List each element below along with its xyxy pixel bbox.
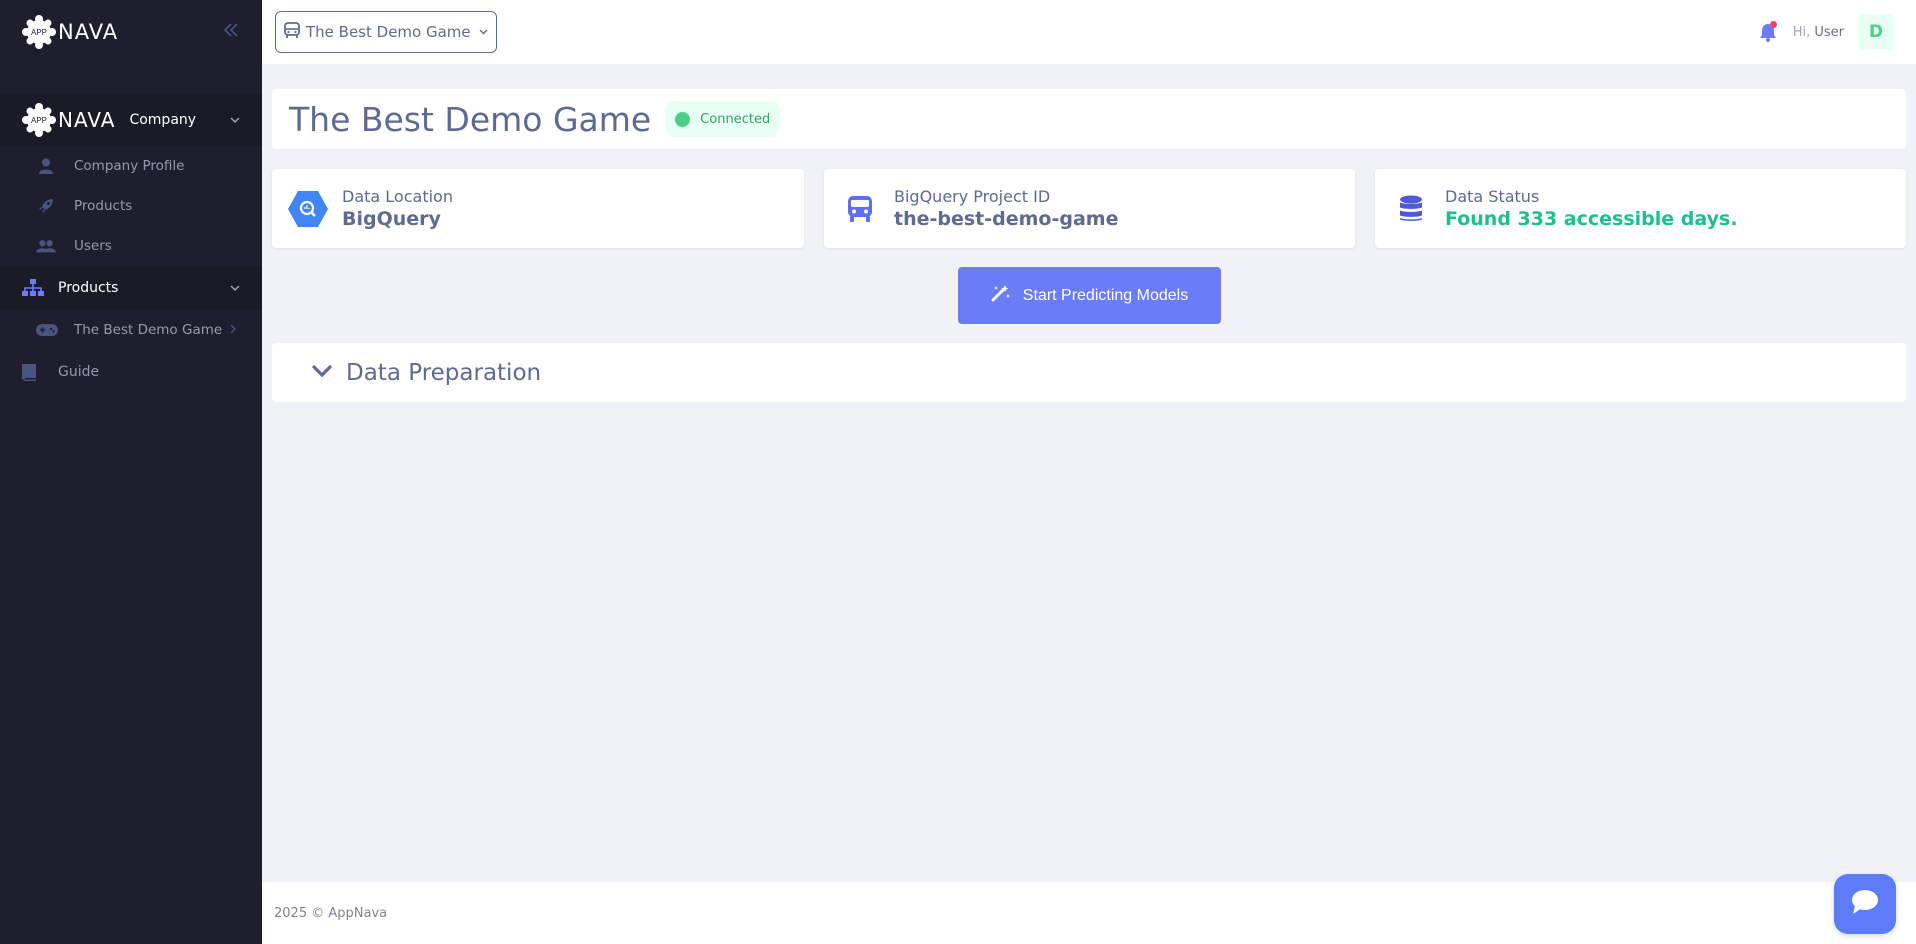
user-icon (36, 157, 56, 175)
logo-gear-icon: APP (22, 103, 56, 137)
user-name: User (1814, 24, 1844, 40)
status-badge: Connected (665, 101, 781, 137)
sidebar-item-label: The Best Demo Game (74, 322, 223, 338)
bigquery-project-label: BigQuery Project ID (894, 187, 1051, 206)
top-bar: The Best Demo Game Hi, User D (262, 0, 1916, 64)
data-location-value: BigQuery (342, 208, 441, 230)
sidebar-item-the-best-demo-game[interactable]: The Best Demo Game (0, 310, 262, 350)
sidebar-products-toggle[interactable]: Products (0, 266, 262, 310)
sitemap-icon (22, 279, 44, 297)
sidebar-item-label: Users (74, 238, 112, 254)
database-icon (1391, 189, 1431, 229)
sidebar: APP NAVA APP NAVA Company Company Profil… (0, 0, 262, 944)
data-status-label: Data Status (1445, 187, 1540, 206)
footer-company-link[interactable]: AppNava (328, 906, 387, 921)
sidebar-item-guide[interactable]: Guide (0, 350, 262, 394)
bigquery-project-card: BigQuery Project ID the-best-demo-game (824, 169, 1355, 248)
book-icon (22, 363, 38, 381)
sidebar-item-products[interactable]: Products (0, 186, 262, 226)
logo-badge: APP (31, 28, 47, 37)
chat-button[interactable] (1834, 874, 1896, 934)
chevron-down-icon (479, 27, 488, 38)
gamepad-icon (36, 323, 58, 337)
data-status-text: Data Status Found 333 accessible days. (1445, 187, 1738, 230)
page-header-card: The Best Demo Game Connected (272, 89, 1906, 149)
copyright-symbol: © (311, 905, 325, 921)
footer-year: 2025 (274, 905, 308, 921)
bigquery-project-text: BigQuery Project ID the-best-demo-game (894, 187, 1118, 230)
data-preparation-accordion[interactable]: Data Preparation (272, 343, 1906, 402)
sidebar-header: APP NAVA (0, 0, 262, 64)
products-group-label: Products (58, 280, 119, 296)
sidebar-company-toggle[interactable]: APP NAVA Company (0, 94, 262, 146)
logo-text: NAVA (58, 20, 119, 44)
data-status-value: Found 333 accessible days. (1445, 208, 1738, 230)
company-logo: APP NAVA (22, 103, 115, 137)
chevron-right-icon (230, 322, 236, 338)
status-text: Connected (700, 111, 771, 127)
user-greeting: Hi, User (1793, 25, 1844, 40)
app-logo[interactable]: APP NAVA (22, 15, 118, 49)
status-dot-icon (675, 111, 691, 127)
svg-text:APP: APP (31, 116, 47, 125)
data-preparation-title: Data Preparation (346, 359, 542, 386)
notification-bell-icon[interactable] (1757, 21, 1779, 43)
sidebar-item-users[interactable]: Users (0, 226, 262, 266)
sidebar-item-company-profile[interactable]: Company Profile (0, 146, 262, 186)
sidebar-item-label: Company Profile (74, 158, 185, 174)
data-location-text: Data Location BigQuery (342, 187, 453, 230)
notification-dot (1769, 21, 1777, 28)
cta-label: Start Predicting Models (1022, 286, 1189, 304)
footer: 2025 © AppNava (262, 882, 1916, 944)
data-location-card: Data Location BigQuery (272, 169, 804, 248)
magic-wand-icon (991, 284, 1011, 307)
start-predicting-models-button[interactable]: Start Predicting Models (958, 267, 1221, 324)
company-label: Company (129, 112, 197, 128)
bus-icon (840, 189, 880, 229)
game-selector[interactable]: The Best Demo Game (275, 11, 497, 53)
company-logo-text: NAVA (58, 108, 116, 132)
users-icon (36, 237, 56, 255)
bigquery-icon (288, 189, 328, 229)
bus-icon (284, 21, 300, 43)
sidebar-item-label: Guide (58, 364, 100, 380)
company-submenu: Company Profile Products Users (0, 146, 262, 266)
data-status-card: Data Status Found 333 accessible days. (1375, 169, 1906, 248)
user-area: Hi, User D (1757, 14, 1894, 50)
data-location-label: Data Location (342, 187, 453, 206)
greeting-text: Hi, (1792, 24, 1811, 40)
bigquery-project-value: the-best-demo-game (894, 208, 1119, 230)
sidebar-item-label: Products (74, 198, 133, 214)
chevron-down-icon (230, 114, 240, 127)
logo-gear-icon: APP (22, 15, 56, 49)
chat-bubble-icon (1850, 889, 1880, 919)
game-selector-value: The Best Demo Game (306, 23, 471, 41)
rocket-icon (36, 197, 56, 215)
products-submenu: The Best Demo Game (0, 310, 262, 350)
page-title: The Best Demo Game (289, 99, 652, 139)
avatar[interactable]: D (1858, 14, 1894, 50)
chevron-down-icon (312, 363, 332, 382)
chevron-down-icon (230, 282, 240, 295)
collapse-sidebar-icon[interactable] (222, 22, 240, 43)
